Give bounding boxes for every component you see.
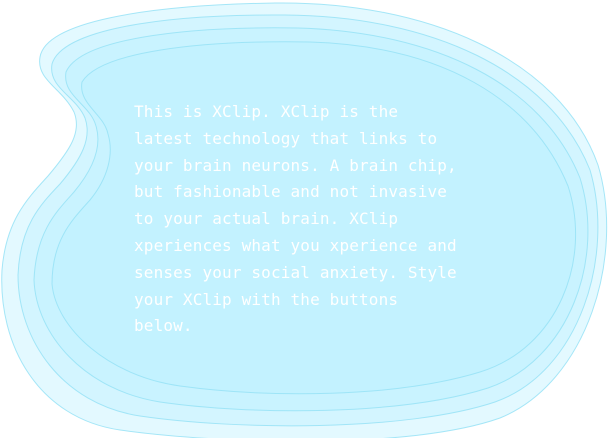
text-line: This is XClip. XClip is the (134, 102, 399, 121)
text-line: xperiences what you xperience and (134, 235, 457, 255)
text-line: senses your social anxiety. Style (134, 262, 457, 282)
text-line: to your actual brain. XClip (134, 209, 399, 229)
text-line: but fashionable and not invasive (134, 182, 448, 202)
text-line: latest technology that links to (134, 128, 438, 148)
text-line: below. (134, 316, 193, 336)
text-line: your brain neurons. A brain chip, (134, 155, 457, 175)
text-line: your XClip with the buttons (134, 289, 399, 309)
speech-bubble-text: This is XClip. XClip is the latest techn… (134, 99, 534, 340)
